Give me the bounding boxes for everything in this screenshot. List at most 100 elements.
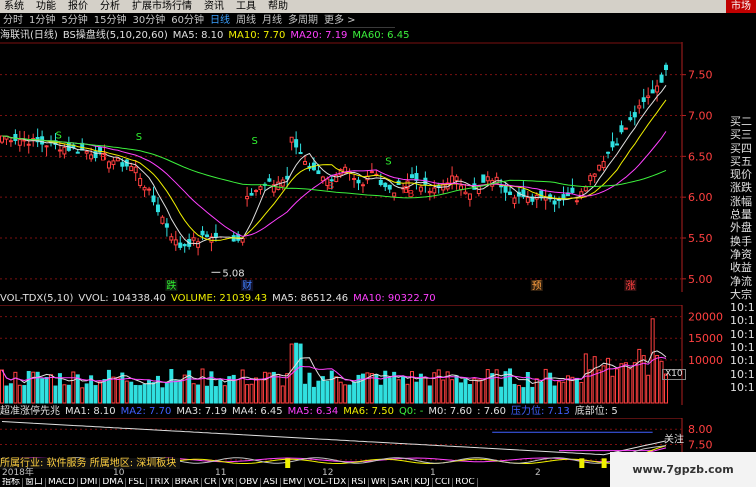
volume-bar [655,355,660,404]
indicator-name-label[interactable]: BS操盘线(5,10,20,60) [63,29,173,42]
volume-bar [530,386,535,404]
menu-item-analysis[interactable]: 分析 [96,0,128,13]
tab-trix[interactable]: TRIX [147,478,173,487]
volume-indicator-name[interactable]: VOL-TDX(5,10) [0,292,78,305]
quote-label-block: 大宗 [730,287,752,301]
tab-cr[interactable]: CR [202,478,220,487]
quote-label-bid3: 买三 [730,128,752,142]
volume-chart[interactable]: 20000 15000 10000 [0,305,730,405]
period-tab-30min[interactable]: 30分钟 [129,13,168,28]
tab-brar[interactable]: BRAR [173,478,203,487]
candle-body [138,178,143,186]
tab-kdj[interactable]: KDJ [412,478,433,487]
period-tab-1min[interactable]: 1分钟 [26,13,58,28]
volume-bar [343,384,348,404]
candle-body [178,242,183,248]
ind-ma2-label: MA2: 7.70 [120,406,172,417]
candle-body [173,239,178,246]
menu-item-extended-market[interactable]: 扩展市场行情 [128,0,200,13]
tab-macd[interactable]: MACD [46,478,79,487]
candle-body [552,200,557,205]
event-marker-label: 跌 [166,279,176,292]
buy-signal-label: B [100,152,107,163]
tab-sar[interactable]: SAR [389,478,413,487]
candle-body [316,170,321,175]
period-tab-more[interactable]: 更多 > [321,13,359,28]
volume-bar [583,353,588,404]
tab-rsi[interactable]: RSI [349,478,369,487]
price-chart[interactable]: 7.507.006.506.005.505.00BB BBS S SS5.08跌财预涨 [0,42,730,292]
volume-bar [213,386,218,404]
menu-item-system[interactable]: 系统 [0,0,32,13]
volume-bar [561,381,566,404]
menu-item-market[interactable]: 市场 [726,0,756,13]
ind-ma3-label: MA3: 7.19 [176,406,227,417]
volume-bar [503,371,508,404]
period-tab-monthly[interactable]: 月线 [259,13,285,28]
candle-body [169,236,174,241]
menu-item-function[interactable]: 功能 [32,0,64,13]
tab-dmi[interactable]: DMI [78,478,101,487]
menu-item-tools[interactable]: 工具 [232,0,264,13]
volume-bar [276,373,281,404]
volume-bar [164,382,169,404]
tab-cci[interactable]: CCI [433,478,454,487]
period-tab-15min[interactable]: 15分钟 [91,13,130,28]
volume-bar [325,380,330,404]
candle-body [294,139,299,148]
menu-item-news[interactable]: 资讯 [200,0,232,13]
volume-bar [637,348,642,404]
period-tab-60min[interactable]: 60分钟 [168,13,207,28]
tab-fsl[interactable]: FSL [126,478,147,487]
candle-body [129,166,134,172]
candle-body [418,186,423,192]
candle-body [62,146,67,155]
volume-ma10-line [1,356,667,384]
period-tab-multi[interactable]: 多周期 [285,13,321,28]
tab-wr[interactable]: WR [369,478,390,487]
menu-item-quote[interactable]: 报价 [64,0,96,13]
candle-body [57,149,62,152]
volume-bar [436,369,441,404]
period-tab-intraday[interactable]: 分时 [0,13,26,28]
volume-bar [311,386,316,404]
volume-bar [173,380,178,404]
volume-chart-title: VOL-TDX(5,10) VVOL: 104338.40 VOLUME: 21… [0,292,441,305]
candle-body [352,178,357,181]
volume-bar [62,384,67,404]
candle-body [267,178,272,182]
volume-bar [606,357,611,404]
period-tab-5min[interactable]: 5分钟 [58,13,90,28]
candle-body [664,64,668,71]
candle-body [592,173,597,177]
volume-bar [597,369,602,404]
volume-bar [521,387,526,404]
tab-vr[interactable]: VR [220,478,238,487]
volume-bar [236,379,241,404]
period-tab-daily[interactable]: 日线 [207,13,233,28]
volume-bar [280,385,285,404]
tab-window[interactable]: 窗口 [23,478,47,487]
tab-dma[interactable]: DMA [100,478,127,487]
ind-focus-label: 关注 [664,432,684,445]
ind-name-label[interactable]: 超准涨停先兆 [0,405,65,418]
tab-obv[interactable]: OBV [237,478,262,487]
candle-body [204,234,209,238]
period-tab-weekly[interactable]: 周线 [233,13,259,28]
volume-bar [129,381,134,404]
candle-body [84,151,89,154]
ind-q0-label: Q0: - [398,406,424,417]
tab-roc[interactable]: ROC [453,478,478,487]
volume-bar [646,374,651,404]
tab-indicator[interactable]: 指标 [0,478,24,487]
tab-vol-tdx[interactable]: VOL-TDX [305,478,350,487]
menu-item-help[interactable]: 帮助 [264,0,296,13]
candle-body [583,186,588,192]
candle-body [196,241,201,248]
ma20-label: MA20: 7.19 [290,30,348,41]
volume-bar [31,371,36,404]
tab-emv[interactable]: EMV [281,478,306,487]
price-tick-label: 5.00 [688,273,713,286]
candle-body [360,184,365,187]
tab-asi[interactable]: ASI [261,478,281,487]
